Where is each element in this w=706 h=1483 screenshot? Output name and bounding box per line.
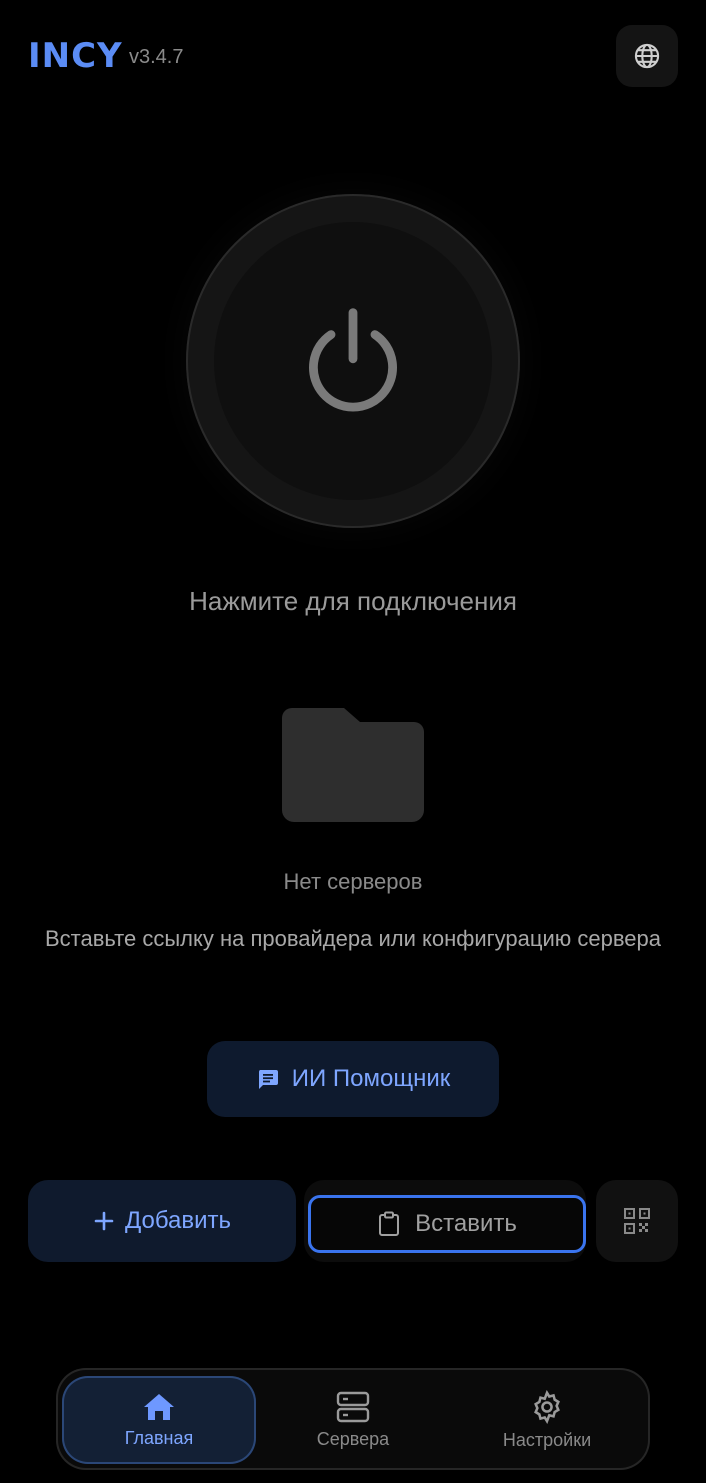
app-version: v3.4.7 [129,46,184,68]
nav-item-label: Главная [124,1427,194,1448]
header: INCY v3.4.7 [0,0,706,110]
add-server-button[interactable]: Добавить [28,1180,296,1262]
ai-assistant-button[interactable]: ИИ Помощник [207,1041,499,1117]
nav-item-home[interactable]: Главная [62,1376,256,1464]
connection-status: Нажмите для подключения [189,586,517,616]
clipboard-icon [379,1211,400,1236]
power-button[interactable] [186,194,520,528]
power-button-inner [214,222,492,500]
home-icon [144,1393,174,1420]
ai-assistant-label: ИИ Помощник [291,1065,451,1092]
plus-icon [94,1211,114,1231]
language-button[interactable] [616,25,678,87]
nav-item-settings[interactable]: Настройки [450,1376,644,1464]
nav-item-label: Сервера [316,1428,390,1449]
folder-icon [282,708,424,822]
empty-state-hint: Вставьте ссылку на провайдера или конфиг… [44,926,662,951]
app-logo: INCY [28,36,123,76]
qr-scan-button[interactable] [596,1180,678,1262]
empty-state-title: Нет серверов [283,869,423,894]
globe-icon [634,43,660,69]
paste-button[interactable]: Вставить [308,1195,586,1253]
nav-item-label: Настройки [502,1429,592,1450]
add-server-label: Добавить [124,1207,232,1234]
chat-icon [258,1070,278,1089]
servers-icon [336,1391,370,1422]
power-icon [309,308,397,412]
nav-item-servers[interactable]: Сервера [256,1376,450,1464]
gear-icon [534,1389,560,1424]
bottom-navigation: Главная Сервера Настройки [56,1368,650,1470]
qr-code-icon [624,1208,650,1234]
paste-label: Вставить [415,1210,517,1237]
